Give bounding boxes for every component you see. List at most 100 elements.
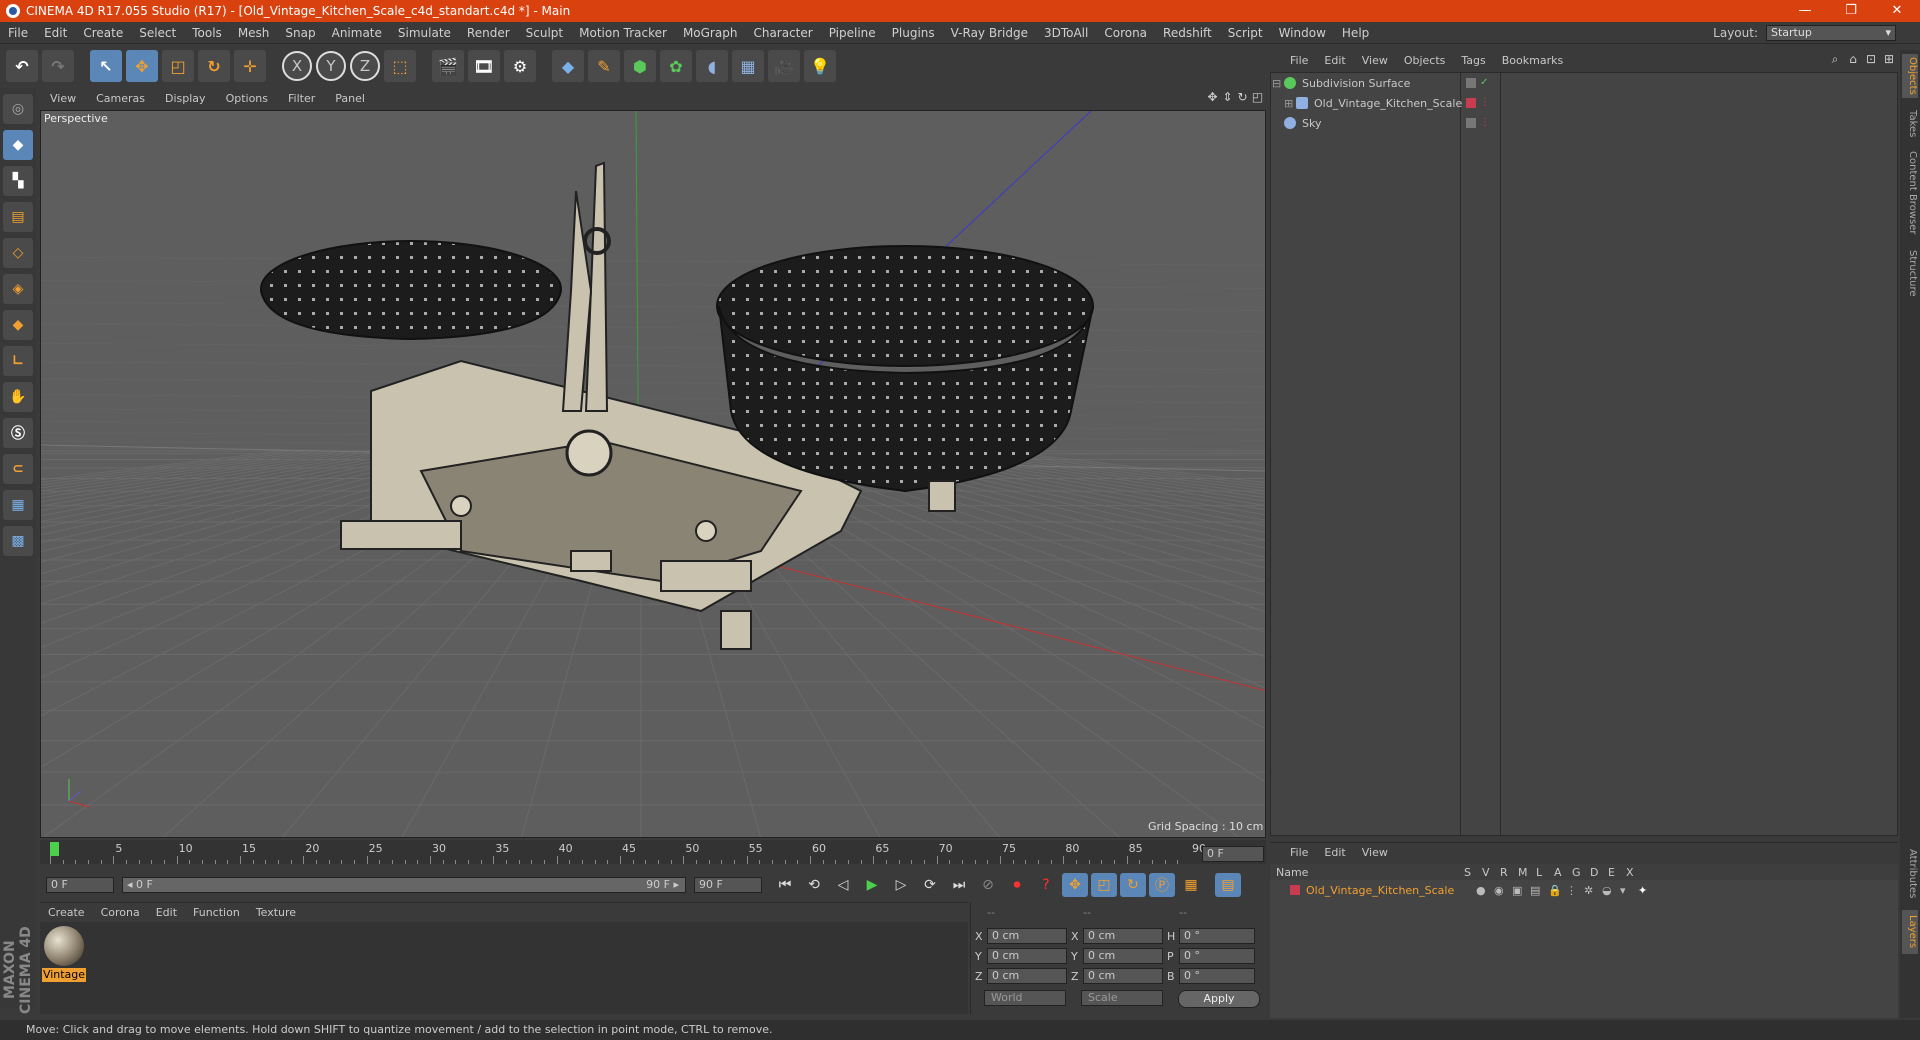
render-settings-icon[interactable]: ⚙ — [504, 50, 536, 82]
rotation-p-field[interactable]: 0 ° — [1179, 948, 1255, 964]
move-icon[interactable]: ✥ — [126, 50, 158, 82]
layer-solo-icon[interactable]: ● — [1476, 884, 1494, 897]
size-z-field[interactable]: 0 cm — [1083, 968, 1163, 984]
object-row[interactable]: ⊞ Old_Vintage_Kitchen_Scale — [1272, 94, 1896, 112]
motion-record-icon[interactable]: ⊘ — [975, 873, 1001, 897]
magnet-icon[interactable]: ⊂ — [3, 454, 33, 484]
material-menu-edit[interactable]: Edit — [148, 906, 185, 919]
position-y-field[interactable]: 0 cm — [987, 948, 1067, 964]
objects-menu-edit[interactable]: Edit — [1316, 54, 1353, 67]
object-name[interactable]: Subdivision Surface — [1302, 77, 1410, 90]
scale-icon[interactable]: ◰ — [162, 50, 194, 82]
viewport-menu-filter[interactable]: Filter — [278, 92, 325, 105]
search-icon[interactable]: ⌕ — [1826, 52, 1844, 67]
menu-mesh[interactable]: Mesh — [230, 26, 278, 40]
camera-icon[interactable]: 🎥 — [768, 50, 800, 82]
live-selection-icon[interactable]: ↖ — [90, 50, 122, 82]
layer-color-icon[interactable] — [1290, 885, 1300, 895]
transform-icon[interactable]: ✛ — [234, 50, 266, 82]
viewport-menu-view[interactable]: View — [40, 92, 86, 105]
layer-color-icon[interactable] — [1466, 98, 1476, 108]
workplane-icon[interactable]: ▤ — [3, 202, 33, 232]
material-menu-create[interactable]: Create — [40, 906, 93, 919]
home-icon[interactable]: ⌂ — [1844, 52, 1862, 67]
material-menu-function[interactable]: Function — [185, 906, 248, 919]
visibility-dot-icon[interactable]: ⋮ — [1480, 118, 1490, 128]
record-keys-icon[interactable]: ⏺ — [1004, 873, 1030, 897]
position-z-field[interactable]: 0 cm — [987, 968, 1067, 984]
expand-icon[interactable]: ⊞ — [1284, 97, 1296, 110]
tab-attributes[interactable]: Attributes — [1902, 844, 1918, 904]
layers-menu-file[interactable]: File — [1282, 846, 1316, 859]
x-axis-lock-button[interactable]: X — [282, 51, 312, 81]
tab-content-browser[interactable]: Content Browser — [1902, 148, 1918, 238]
timeline-window-icon[interactable]: ▤ — [1215, 873, 1241, 897]
tab-takes[interactable]: Takes — [1902, 106, 1918, 142]
menu-3dtoall[interactable]: 3DToAll — [1036, 26, 1096, 40]
size-x-field[interactable]: 0 cm — [1083, 928, 1163, 944]
viewport-menu-cameras[interactable]: Cameras — [86, 92, 155, 105]
objects-menu-objects[interactable]: Objects — [1396, 54, 1454, 67]
planar-workplane-icon[interactable]: ▩ — [3, 526, 33, 556]
layer-generators-icon[interactable]: ✲ — [1584, 884, 1602, 897]
layer-expressions-icon[interactable]: ▾ — [1620, 884, 1638, 897]
viewport-menu-options[interactable]: Options — [216, 92, 278, 105]
coordinate-type-dropdown[interactable]: Scale — [1081, 990, 1163, 1006]
autokey-icon[interactable]: ? — [1033, 873, 1059, 897]
material-name[interactable]: Vintage — [42, 968, 86, 982]
menu-help[interactable]: Help — [1334, 26, 1377, 40]
pen-spline-icon[interactable]: ✎ — [588, 50, 620, 82]
menu-edit[interactable]: Edit — [36, 26, 75, 40]
menu-animate[interactable]: Animate — [324, 26, 390, 40]
layer-manager-icon[interactable]: ▤ — [1530, 884, 1548, 897]
menu-vray-bridge[interactable]: V-Ray Bridge — [943, 26, 1036, 40]
restore-button[interactable]: ❐ — [1828, 0, 1874, 22]
perspective-viewport[interactable] — [40, 110, 1266, 838]
zoom-view-icon[interactable]: ⇕ — [1220, 90, 1235, 104]
layer-name[interactable]: Old_Vintage_Kitchen_Scale — [1306, 884, 1476, 897]
model-mode-icon[interactable]: ◆ — [3, 130, 33, 160]
layer-render-icon[interactable]: ▣ — [1512, 884, 1530, 897]
key-rotation-icon[interactable]: ↻ — [1120, 873, 1146, 897]
menu-window[interactable]: Window — [1271, 26, 1334, 40]
timeline-ruler[interactable]: 051015202530354045505560657075808590 — [50, 840, 1206, 864]
objects-menu-tags[interactable]: Tags — [1453, 54, 1493, 67]
object-name[interactable]: Old_Vintage_Kitchen_Scale — [1314, 97, 1462, 110]
key-parameter-icon[interactable]: Ⓟ — [1149, 873, 1175, 897]
objects-menu-view[interactable]: View — [1354, 54, 1396, 67]
menu-snap[interactable]: Snap — [277, 26, 323, 40]
pan-view-icon[interactable]: ✥ — [1205, 90, 1220, 104]
close-button[interactable]: ✕ — [1874, 0, 1920, 22]
edges-mode-icon[interactable]: ◈ — [3, 274, 33, 304]
material-menu-texture[interactable]: Texture — [248, 906, 304, 919]
viewport-menu-display[interactable]: Display — [155, 92, 216, 105]
menu-pipeline[interactable]: Pipeline — [821, 26, 884, 40]
coordinate-system-icon[interactable]: ⬚ — [384, 50, 416, 82]
cube-primitive-icon[interactable]: ◆ — [552, 50, 584, 82]
subdivision-surface-icon[interactable]: ⬢ — [624, 50, 656, 82]
menu-plugins[interactable]: Plugins — [884, 26, 943, 40]
cloner-icon[interactable]: ✿ — [660, 50, 692, 82]
menu-create[interactable]: Create — [75, 26, 131, 40]
current-frame-field[interactable]: 0 F — [1202, 846, 1264, 862]
material-manager[interactable] — [40, 922, 968, 1014]
polygons-mode-icon[interactable]: ◆ — [3, 310, 33, 340]
key-scale-icon[interactable]: ◰ — [1091, 873, 1117, 897]
layer-animation-icon[interactable]: ⋮ — [1566, 884, 1584, 897]
menu-simulate[interactable]: Simulate — [390, 26, 459, 40]
tab-layers[interactable]: Layers — [1902, 910, 1918, 954]
deformer-icon[interactable]: ◖ — [696, 50, 728, 82]
material-thumbnail[interactable] — [44, 926, 84, 966]
position-x-field[interactable]: 0 cm — [987, 928, 1067, 944]
light-icon[interactable]: 💡 — [804, 50, 836, 82]
menu-redshift[interactable]: Redshift — [1155, 26, 1220, 40]
undo-icon[interactable]: ↶ — [6, 50, 38, 82]
tab-structure[interactable]: Structure — [1902, 246, 1918, 300]
menu-script[interactable]: Script — [1220, 26, 1271, 40]
menu-character[interactable]: Character — [745, 26, 820, 40]
left-pan[interactable] — [260, 240, 562, 341]
next-key-icon[interactable]: ⟳ — [917, 873, 943, 897]
menu-tools[interactable]: Tools — [184, 26, 230, 40]
viewport-menu-panel[interactable]: Panel — [325, 92, 375, 105]
previous-frame-icon[interactable]: ◁ — [830, 873, 856, 897]
